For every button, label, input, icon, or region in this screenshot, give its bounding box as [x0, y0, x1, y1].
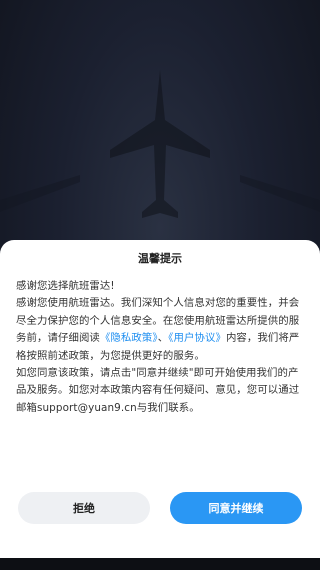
dialog-actions: 拒绝 同意并继续 — [18, 492, 302, 524]
dialog-title: 温馨提示 — [138, 252, 182, 265]
privacy-dialog: 温馨提示 感谢您选择航班雷达! 感谢您使用航班雷达。我们深知个人信息对您的重要性… — [0, 240, 320, 558]
system-navigation-bar — [0, 558, 320, 570]
dialog-body: 感谢您选择航班雷达! 感谢您使用航班雷达。我们深知个人信息对您的重要性，并会尽全… — [16, 278, 304, 417]
privacy-policy-link[interactable]: 《隐私政策》 — [100, 332, 158, 344]
user-agreement-link[interactable]: 《用户协议》 — [168, 332, 226, 344]
consent-paragraph: 如您同意该政策，请点击"同意并继续"即可开始使用我们的产品及服务。如您对本政策内… — [16, 367, 300, 414]
reject-button[interactable]: 拒绝 — [18, 492, 150, 524]
link-separator: 、 — [157, 332, 169, 345]
airplane-background-image — [0, 70, 320, 218]
agree-continue-button[interactable]: 同意并继续 — [170, 492, 302, 524]
greeting-text: 感谢您选择航班雷达! — [16, 280, 115, 292]
policy-paragraph: 感谢您使用航班雷达。我们深知个人信息对您的重要性，并会尽全力保护您的个人信息安全… — [16, 295, 304, 365]
app-screen: 温馨提示 感谢您选择航班雷达! 感谢您使用航班雷达。我们深知个人信息对您的重要性… — [0, 0, 320, 570]
